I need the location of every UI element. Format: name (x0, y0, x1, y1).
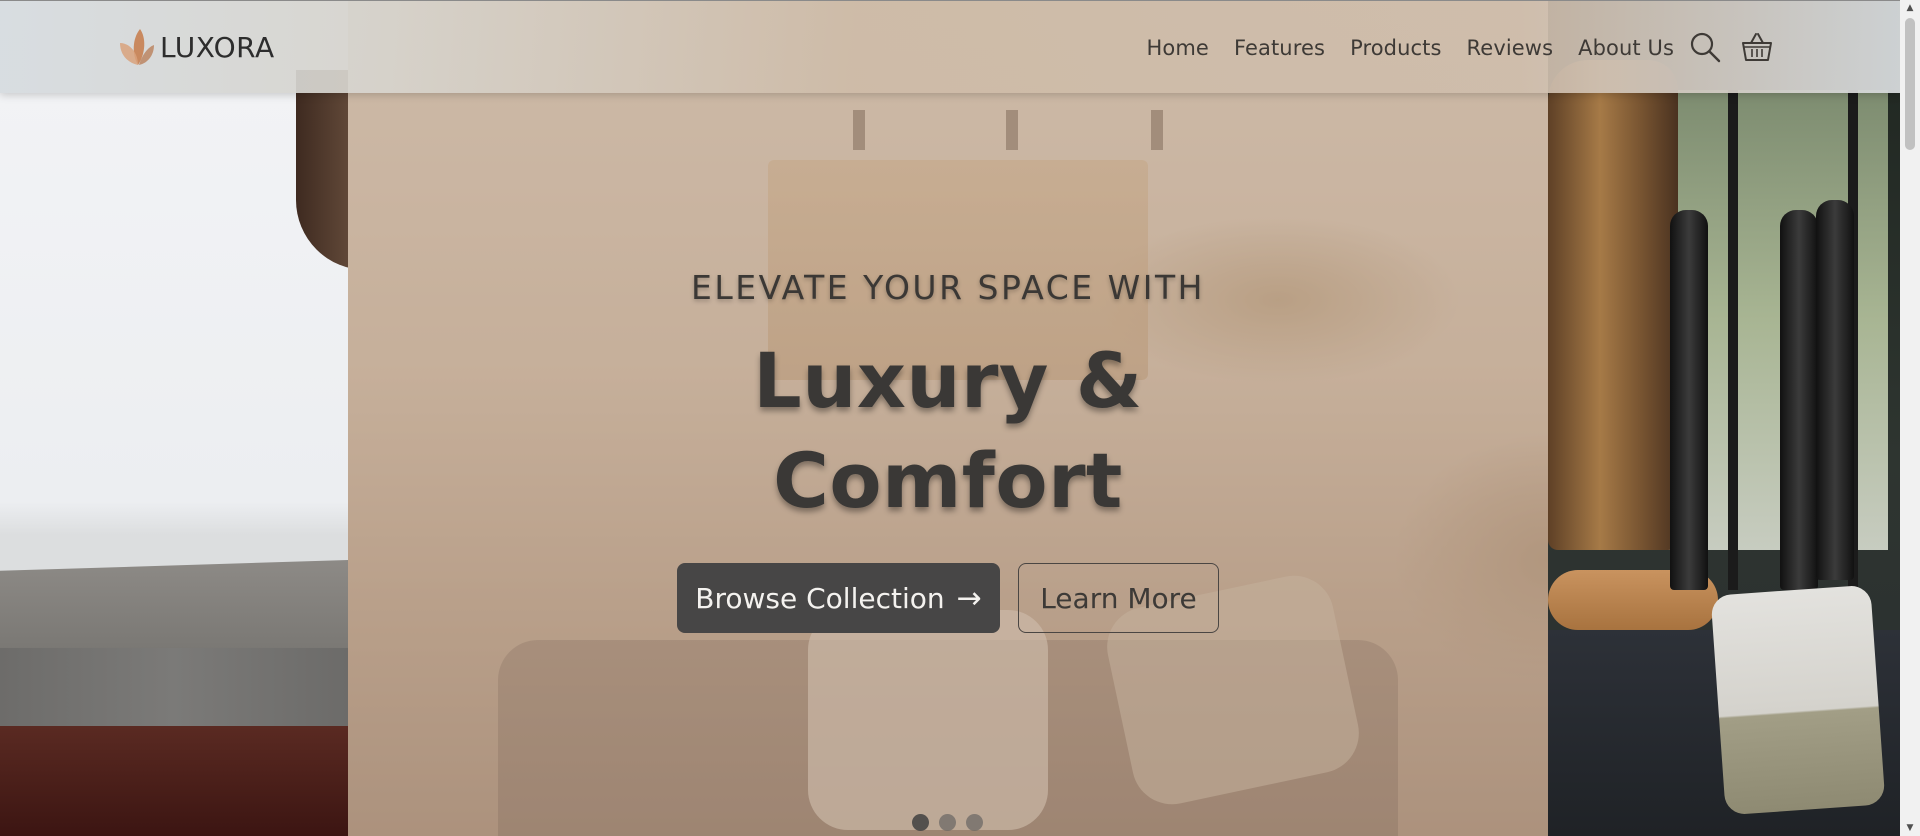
nav-products[interactable]: Products (1350, 36, 1441, 60)
main-nav: Home Features Products Reviews About Us (1147, 1, 1674, 94)
basket-icon[interactable] (1740, 30, 1774, 64)
brand-logo[interactable]: LUXORA (116, 25, 275, 69)
umbrella (1670, 210, 1708, 590)
nav-about-us[interactable]: About Us (1578, 36, 1674, 60)
browse-collection-label: Browse Collection (695, 581, 945, 615)
hero-kicker: ELEVATE YOUR SPACE WITH (691, 268, 1205, 307)
slider-dots (912, 814, 983, 831)
arrow-right-icon: → (956, 580, 982, 616)
window-frame (1728, 90, 1738, 590)
driftwood-sculpture (1548, 60, 1678, 550)
wood-floor (0, 726, 348, 836)
learn-more-button[interactable]: Learn More (1018, 563, 1219, 633)
vertical-scrollbar[interactable]: ▲ ▼ (1900, 0, 1920, 836)
hero-headline-line1: Luxury & (753, 336, 1143, 425)
umbrella (1816, 200, 1854, 580)
cushion (1710, 584, 1886, 816)
slider-dot-2[interactable] (939, 814, 956, 831)
stone-ledge-face (0, 648, 348, 726)
scroll-up-arrow-icon[interactable]: ▲ (1900, 0, 1920, 16)
umbrella (1780, 210, 1818, 590)
slider-dot-3[interactable] (966, 814, 983, 831)
brand-name: LUXORA (160, 30, 275, 64)
leaf-logo-icon (120, 29, 154, 65)
site-header: LUXORA Home Features Products Reviews Ab… (0, 0, 1900, 93)
scrollbar-thumb[interactable] (1905, 18, 1915, 150)
search-icon[interactable] (1688, 30, 1722, 64)
hero-content: ELEVATE YOUR SPACE WITH Luxury & Comfort (348, 268, 1548, 531)
background-left-panel (0, 0, 366, 836)
nav-home[interactable]: Home (1147, 36, 1209, 60)
background-right-panel (1548, 0, 1900, 836)
hero-headline-line2: Comfort (773, 436, 1123, 525)
hero-headline: Luxury & Comfort (348, 331, 1548, 531)
nav-reviews[interactable]: Reviews (1467, 36, 1554, 60)
slider-dot-1[interactable] (912, 814, 929, 831)
stone-ledge-top (0, 560, 348, 650)
hero-cta-row: Browse Collection → Learn More (348, 563, 1548, 633)
browse-collection-button[interactable]: Browse Collection → (677, 563, 1000, 633)
scroll-down-arrow-icon[interactable]: ▼ (1900, 820, 1920, 836)
nav-features[interactable]: Features (1234, 36, 1325, 60)
